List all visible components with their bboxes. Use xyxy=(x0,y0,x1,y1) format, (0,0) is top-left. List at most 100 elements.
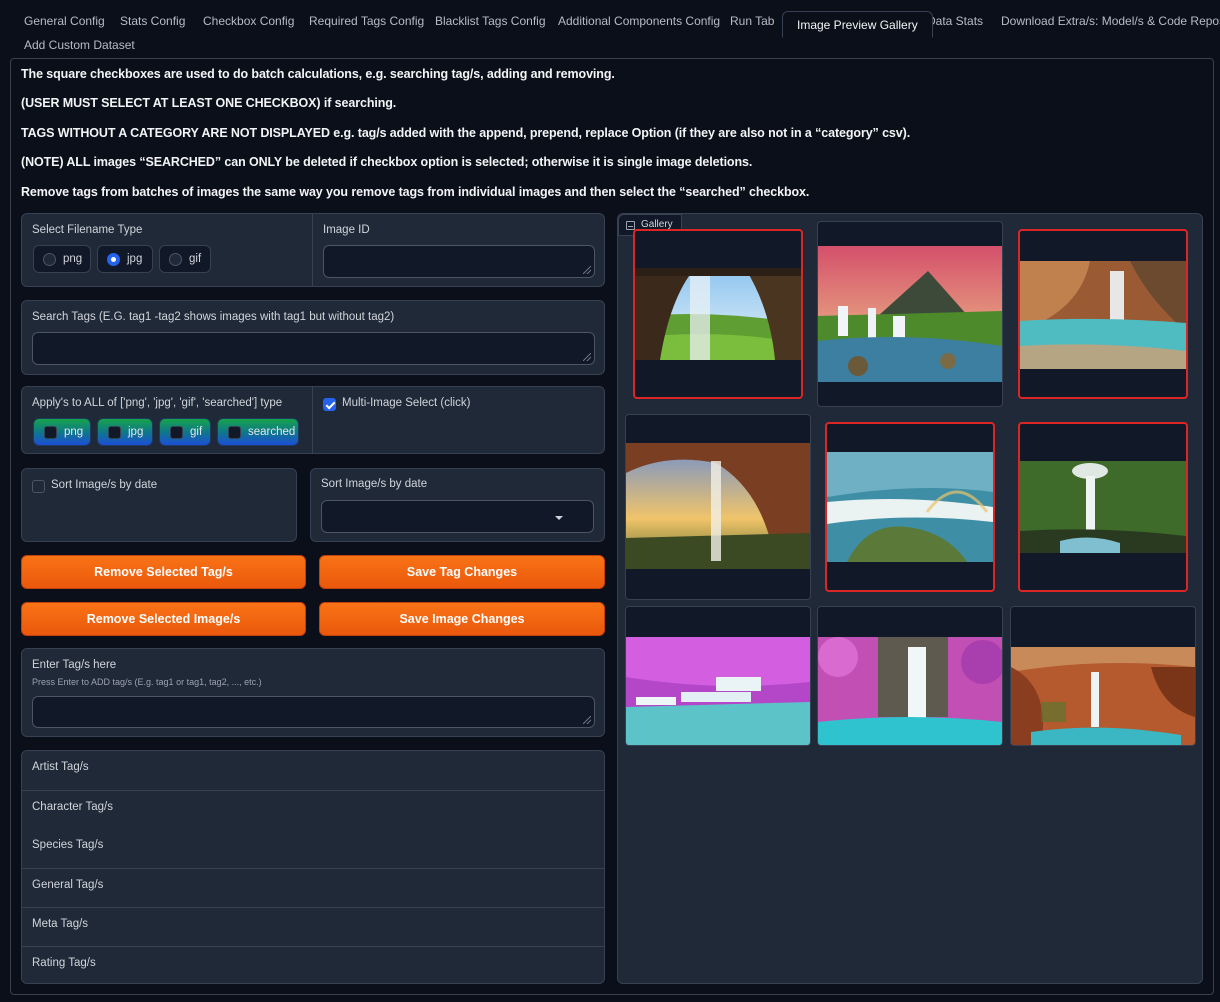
radio-gif-circle[interactable] xyxy=(169,253,182,266)
tab-checkbox-config[interactable]: Checkbox Config xyxy=(189,8,308,34)
search-tags-row: Search Tags (E.G. tag1 -tag2 shows image… xyxy=(21,300,605,375)
tab-download-extras[interactable]: Download Extra/s: Model/s & Code Repos xyxy=(987,8,1220,34)
tag-categories-list: Artist Tag/s Character Tag/s Species Tag… xyxy=(21,750,605,984)
checkbox-gif-box[interactable] xyxy=(170,426,183,439)
gallery-thumb[interactable] xyxy=(1010,606,1196,746)
gallery-thumb[interactable] xyxy=(817,606,1003,746)
gallery-thumb[interactable] xyxy=(625,414,811,600)
waterfall-canyon-turquoise-pool-image xyxy=(1020,261,1186,369)
waterfall-cave-green-valley-image xyxy=(635,268,801,360)
remove-selected-images-button[interactable]: Remove Selected Image/s xyxy=(21,602,306,636)
filename-type-row: Select Filename Type png jpg gif Image I… xyxy=(21,213,605,287)
radio-png-label: png xyxy=(63,253,83,265)
checkbox-jpg-label: jpg xyxy=(128,426,144,438)
radio-png-circle[interactable] xyxy=(43,253,56,266)
radio-gif[interactable]: gif xyxy=(159,245,211,273)
gallery-thumb[interactable] xyxy=(625,606,811,746)
category-species-tags[interactable]: Species Tag/s xyxy=(22,829,605,868)
enter-tags-hint: Press Enter to ADD tag/s (E.g. tag1 or t… xyxy=(32,677,262,687)
category-label: Rating Tag/s xyxy=(32,957,96,969)
checkbox-searched[interactable]: searched xyxy=(217,418,299,446)
category-label: Species Tag/s xyxy=(32,839,104,851)
waterfall-green-cave-image xyxy=(1020,461,1186,553)
radio-jpg[interactable]: jpg xyxy=(97,245,153,273)
checkbox-jpg-box[interactable] xyxy=(108,426,121,439)
enter-tags-row: Enter Tag/s here Press Enter to ADD tag/… xyxy=(21,648,605,737)
tab-stats-config[interactable]: Stats Config xyxy=(106,8,199,34)
waterfall-cave-sunset-image xyxy=(626,443,810,569)
note-checkbox-usage: The square checkboxes are used to do bat… xyxy=(21,67,615,81)
divider xyxy=(312,387,313,453)
category-label: Artist Tag/s xyxy=(32,761,89,773)
divider xyxy=(312,214,313,286)
resize-grip-icon[interactable] xyxy=(583,353,591,361)
category-rating-tags[interactable]: Rating Tag/s xyxy=(22,946,605,985)
checkbox-gif[interactable]: gif xyxy=(159,418,211,446)
checkbox-png-label: png xyxy=(64,426,84,438)
note-tags-without-category: TAGS WITHOUT A CATEGORY ARE NOT DISPLAYE… xyxy=(21,126,911,140)
apply-all-label: Apply's to ALL of ['png', 'jpg', 'gif', … xyxy=(32,397,283,409)
checkbox-png[interactable]: png xyxy=(33,418,91,446)
save-tag-changes-button[interactable]: Save Tag Changes xyxy=(319,555,605,589)
enter-tags-input[interactable] xyxy=(32,696,595,728)
checkbox-searched-label: searched xyxy=(248,426,296,438)
pink-forest-cascades-image xyxy=(626,637,810,745)
tab-blacklist-tags-config[interactable]: Blacklist Tags Config xyxy=(421,8,560,34)
category-label: Character Tag/s xyxy=(32,801,113,813)
tab-image-preview-gallery[interactable]: Image Preview Gallery xyxy=(782,11,933,38)
gallery-thumb[interactable] xyxy=(633,229,803,399)
note-searched-deletion: (NOTE) ALL images “SEARCHED” can ONLY be… xyxy=(21,155,753,169)
pink-forest-waterfall-image xyxy=(818,637,1002,745)
image-id-input[interactable] xyxy=(323,245,595,278)
category-meta-tags[interactable]: Meta Tag/s xyxy=(22,907,605,946)
waterfall-mountain-sunset-image xyxy=(818,246,1002,382)
sort-by-date-dropdown[interactable] xyxy=(321,500,594,533)
sort-by-date-checkbox-label: Sort Image/s by date xyxy=(51,479,158,491)
red-canyon-waterfall-image xyxy=(1011,647,1195,745)
resize-grip-icon[interactable] xyxy=(583,716,591,724)
category-general-tags[interactable]: General Tag/s xyxy=(22,868,605,907)
note-select-checkbox: (USER MUST SELECT AT LEAST ONE CHECKBOX)… xyxy=(21,96,397,110)
sort-dropdown-block: Sort Image/s by date xyxy=(310,468,605,542)
tab-bar: General Config Stats Config Checkbox Con… xyxy=(10,8,1220,58)
category-character-tags[interactable]: Character Tag/s xyxy=(22,790,605,829)
image-gallery: Gallery xyxy=(617,213,1203,984)
radio-jpg-label: jpg xyxy=(127,253,143,265)
sort-checkbox-block: Sort Image/s by date xyxy=(21,468,297,542)
gallery-thumb[interactable] xyxy=(1018,229,1188,399)
apply-all-row: Apply's to ALL of ['png', 'jpg', 'gif', … xyxy=(21,386,605,454)
note-remove-batches: Remove tags from batches of images the s… xyxy=(21,185,810,199)
multi-select-checkbox[interactable] xyxy=(323,398,336,411)
remove-selected-tags-button[interactable]: Remove Selected Tag/s xyxy=(21,555,306,589)
checkbox-searched-box[interactable] xyxy=(228,426,241,439)
aerial-waterfalls-rainbow-image xyxy=(827,452,993,562)
checkbox-jpg[interactable]: jpg xyxy=(97,418,153,446)
sort-by-date-checkbox[interactable] xyxy=(32,480,45,493)
tab-additional-components-config[interactable]: Additional Components Config xyxy=(544,8,734,34)
category-label: General Tag/s xyxy=(32,879,104,891)
tab-add-custom-dataset[interactable]: Add Custom Dataset xyxy=(10,32,149,58)
checkbox-png-box[interactable] xyxy=(44,426,57,439)
search-tags-input[interactable] xyxy=(32,332,595,365)
checkbox-gif-label: gif xyxy=(190,426,203,438)
resize-grip-icon[interactable] xyxy=(583,266,591,274)
radio-jpg-circle[interactable] xyxy=(107,253,120,266)
gallery-thumb[interactable] xyxy=(817,221,1003,407)
search-tags-label: Search Tags (E.G. tag1 -tag2 shows image… xyxy=(32,311,395,323)
tab-run[interactable]: Run Tab xyxy=(716,8,788,34)
multi-select-label: Multi-Image Select (click) xyxy=(342,397,471,409)
chevron-down-icon[interactable] xyxy=(555,516,563,520)
image-icon xyxy=(626,221,635,230)
gallery-thumb[interactable] xyxy=(1018,422,1188,592)
save-image-changes-button[interactable]: Save Image Changes xyxy=(319,602,605,636)
image-id-label: Image ID xyxy=(323,224,370,236)
category-label: Meta Tag/s xyxy=(32,918,89,930)
radio-gif-label: gif xyxy=(189,253,202,265)
radio-png[interactable]: png xyxy=(33,245,91,273)
category-artist-tags[interactable]: Artist Tag/s xyxy=(22,751,605,790)
sort-by-date-dropdown-label: Sort Image/s by date xyxy=(321,478,428,490)
enter-tags-label: Enter Tag/s here xyxy=(32,659,117,671)
tab-general-config[interactable]: General Config xyxy=(10,8,119,34)
tab-required-tags-config[interactable]: Required Tags Config xyxy=(295,8,438,34)
gallery-thumb[interactable] xyxy=(825,422,995,592)
